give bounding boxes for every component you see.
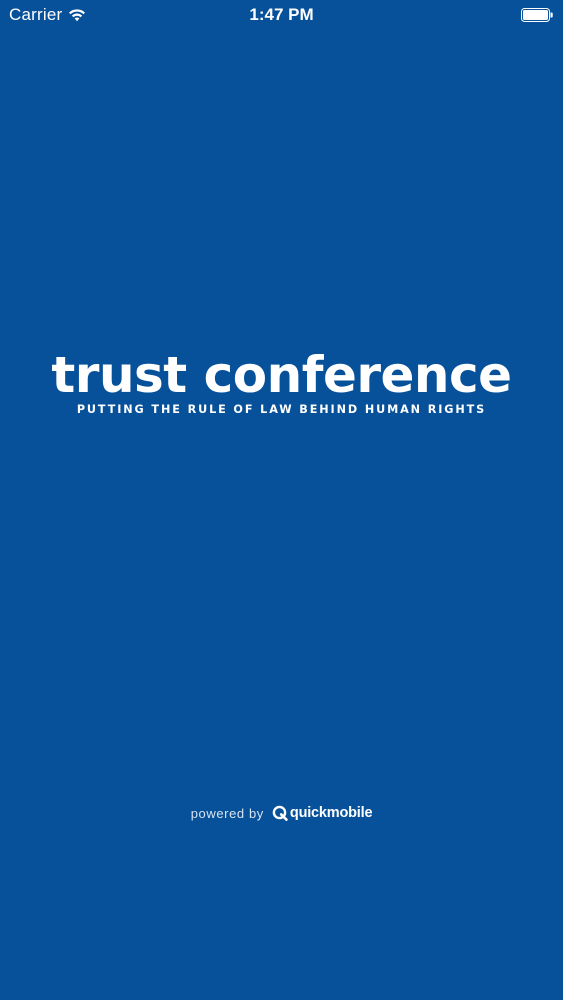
powered-by-footer: powered by quickmobile [0,805,563,821]
status-time: 1:47 PM [249,5,314,24]
quickmobile-brand-name: quickmobile [289,805,373,821]
status-bar: Carrier 1:47 PM [0,0,563,30]
trust-conference-logo: trust conference PUTTING THE RULE OF LAW… [0,345,563,416]
powered-by-label: powered by [190,805,264,821]
quickmobile-logo-icon [272,805,288,821]
battery-full-icon [521,8,553,22]
logo-title: trust conference [51,346,512,404]
splash-screen: Carrier 1:47 PM trust conference PUTTING… [0,0,563,1000]
logo-tagline: PUTTING THE RULE OF LAW BEHIND HUMAN RIG… [76,403,487,416]
